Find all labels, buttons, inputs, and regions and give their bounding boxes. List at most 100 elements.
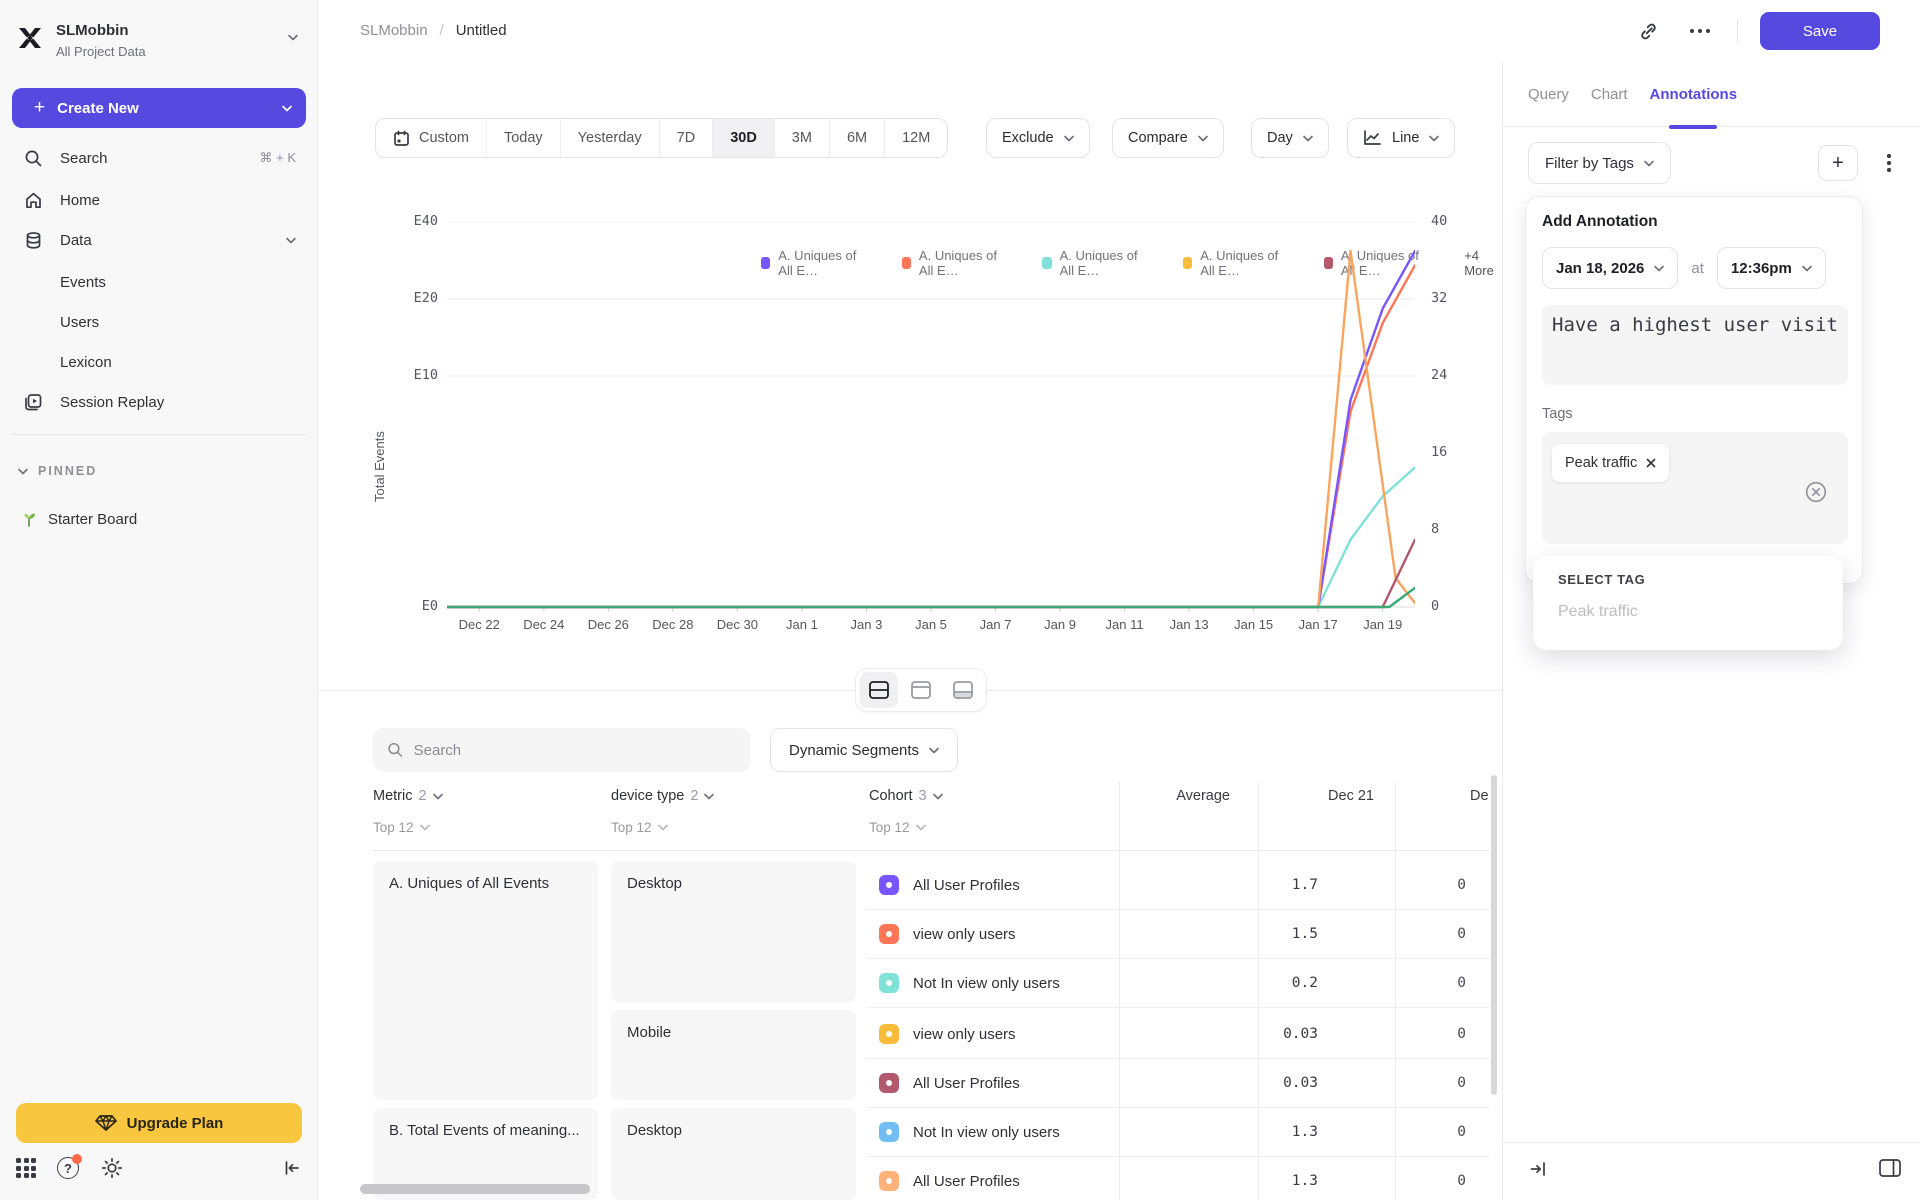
- chevron-down-icon: [1801, 265, 1812, 271]
- tab-chart[interactable]: Chart: [1591, 62, 1628, 127]
- toggle-panel-button[interactable]: [1877, 1156, 1903, 1180]
- range-today[interactable]: Today: [485, 119, 560, 157]
- more-options-button[interactable]: [1685, 16, 1715, 46]
- chevron-down-icon: [1644, 160, 1654, 166]
- clear-tags-button[interactable]: [1804, 480, 1828, 504]
- side-panel-icon: [1879, 1159, 1901, 1177]
- sidebar-item-label: Home: [60, 191, 101, 209]
- layout-chart-button[interactable]: [902, 672, 940, 708]
- tags-input-area[interactable]: Peak traffic: [1542, 432, 1848, 544]
- workspace-subtitle: All Project Data: [56, 44, 146, 59]
- cohort-top-filter[interactable]: Top 12: [869, 820, 926, 835]
- sidebar-item-label: Users: [60, 313, 100, 331]
- y-axis-right-tick: 32: [1431, 290, 1448, 306]
- exclude-dropdown[interactable]: Exclude: [986, 118, 1090, 158]
- dynamic-segments-dropdown[interactable]: Dynamic Segments: [770, 728, 959, 772]
- collapse-sidebar-button[interactable]: [278, 1154, 306, 1182]
- metric-top-filter[interactable]: Top 12: [373, 820, 430, 835]
- upgrade-plan-button[interactable]: Upgrade Plan: [16, 1103, 302, 1143]
- vertical-scrollbar[interactable]: [1491, 775, 1497, 1095]
- help-button[interactable]: ?: [54, 1154, 82, 1182]
- annotations-toolbar: Filter by Tags +: [1503, 142, 1920, 184]
- green-line: [447, 586, 1415, 609]
- filter-by-tags-dropdown[interactable]: Filter by Tags: [1528, 142, 1671, 184]
- sidebar-item-search[interactable]: Search ⌘ + K: [8, 138, 310, 178]
- create-new-button[interactable]: + Create New: [12, 88, 306, 128]
- chevron-down-icon: [286, 237, 296, 243]
- sidebar-item-starter-board[interactable]: Starter Board: [8, 500, 310, 538]
- layout-table-button[interactable]: [944, 672, 982, 708]
- sidebar-item-session-replay[interactable]: Session Replay: [8, 382, 310, 422]
- x-axis-tick: Jan 7: [979, 617, 1012, 632]
- settings-button[interactable]: [98, 1154, 126, 1182]
- annotation-date-dropdown[interactable]: Jan 18, 2026: [1542, 247, 1679, 289]
- table-row[interactable]: Not In view only users 0.2 0: [869, 959, 1490, 1007]
- copy-link-button[interactable]: [1633, 16, 1663, 46]
- remove-tag-icon[interactable]: [1646, 458, 1656, 468]
- annotations-menu-button[interactable]: [1879, 150, 1899, 176]
- cohort-swatch: [879, 924, 899, 944]
- purple-line: [447, 249, 1415, 609]
- compare-dropdown[interactable]: Compare: [1112, 118, 1224, 158]
- toolbar-divider: [1737, 19, 1738, 43]
- chart-view-icon: [911, 681, 931, 699]
- horizontal-scrollbar[interactable]: [360, 1184, 590, 1194]
- device-column-header[interactable]: device type 2: [611, 788, 715, 804]
- table-row[interactable]: view only users 0.03 0: [869, 1010, 1490, 1058]
- range-yesterday[interactable]: Yesterday: [559, 119, 659, 157]
- apps-grid-button[interactable]: [12, 1154, 40, 1182]
- workspace-switcher[interactable]: SLMobbin All Project Data: [16, 20, 302, 68]
- device-top-filter[interactable]: Top 12: [611, 820, 668, 835]
- table-search-input[interactable]: [413, 741, 736, 759]
- breadcrumb-project[interactable]: SLMobbin: [360, 22, 428, 39]
- right-panel: Query Chart Annotations Filter by Tags +…: [1502, 62, 1920, 1200]
- table-row[interactable]: All User Profiles 1.3 0: [869, 1157, 1490, 1200]
- range-12m[interactable]: 12M: [884, 119, 947, 157]
- table-row[interactable]: Not In view only users 1.3 0: [869, 1108, 1490, 1156]
- sidebar-item-home[interactable]: Home: [8, 180, 310, 220]
- range-6m[interactable]: 6M: [828, 119, 884, 157]
- tag-chip[interactable]: Peak traffic: [1552, 444, 1670, 482]
- chart-type-dropdown[interactable]: Line: [1347, 118, 1456, 158]
- range-custom[interactable]: Custom: [376, 119, 486, 157]
- range-30d[interactable]: 30D: [712, 119, 774, 157]
- cohort-swatch: [879, 1122, 899, 1142]
- table-row[interactable]: All User Profiles 1.7 0: [869, 861, 1490, 909]
- y-axis-left-tick: E20: [413, 290, 438, 306]
- granularity-dropdown[interactable]: Day: [1251, 118, 1329, 158]
- table-row[interactable]: All User Profiles 0.03 0: [869, 1059, 1490, 1107]
- tab-annotations[interactable]: Annotations: [1650, 62, 1738, 127]
- y-axis-title: Total Events: [372, 431, 387, 502]
- expand-panel-button[interactable]: [1528, 1159, 1548, 1179]
- add-annotation-button[interactable]: +: [1818, 145, 1858, 181]
- device-group-cell[interactable]: Desktop: [611, 861, 856, 1002]
- teal-line: [447, 466, 1415, 609]
- average-column-header: Average: [1176, 788, 1230, 804]
- range-3m[interactable]: 3M: [773, 119, 829, 157]
- annotation-text-input[interactable]: Have a highest user visit: [1542, 305, 1848, 385]
- pinned-section-header[interactable]: PINNED: [18, 458, 298, 484]
- device-group-cell[interactable]: Desktop: [611, 1108, 856, 1200]
- sidebar-item-events[interactable]: Events: [8, 262, 310, 302]
- tag-option-peak-traffic[interactable]: Peak traffic: [1558, 603, 1818, 621]
- annotation-card-title: Add Annotation: [1542, 213, 1658, 230]
- create-new-label: Create New: [57, 99, 139, 117]
- annotation-time-dropdown[interactable]: 12:36pm: [1716, 247, 1826, 289]
- chevron-down-icon: [657, 824, 668, 831]
- coral-line: [447, 264, 1415, 609]
- cohort-column-header[interactable]: Cohort 3: [869, 788, 943, 804]
- top-actions: Save: [1633, 12, 1880, 50]
- save-button[interactable]: Save: [1760, 12, 1880, 50]
- x-axis-tick: Dec 26: [587, 617, 629, 632]
- layout-split-button[interactable]: [860, 672, 898, 708]
- sidebar-item-lexicon[interactable]: Lexicon: [8, 342, 310, 382]
- metric-column-header[interactable]: Metric 2: [373, 788, 443, 804]
- sidebar-item-data[interactable]: Data: [8, 220, 310, 260]
- range-7d[interactable]: 7D: [658, 119, 713, 157]
- device-group-cell[interactable]: Mobile: [611, 1010, 856, 1100]
- table-row[interactable]: view only users 1.5 0: [869, 910, 1490, 958]
- breadcrumb-page-title[interactable]: Untitled: [456, 22, 507, 39]
- sidebar-item-users[interactable]: Users: [8, 302, 310, 342]
- metric-group-cell[interactable]: A. Uniques of All Events: [373, 861, 598, 1100]
- tab-query[interactable]: Query: [1528, 62, 1569, 127]
